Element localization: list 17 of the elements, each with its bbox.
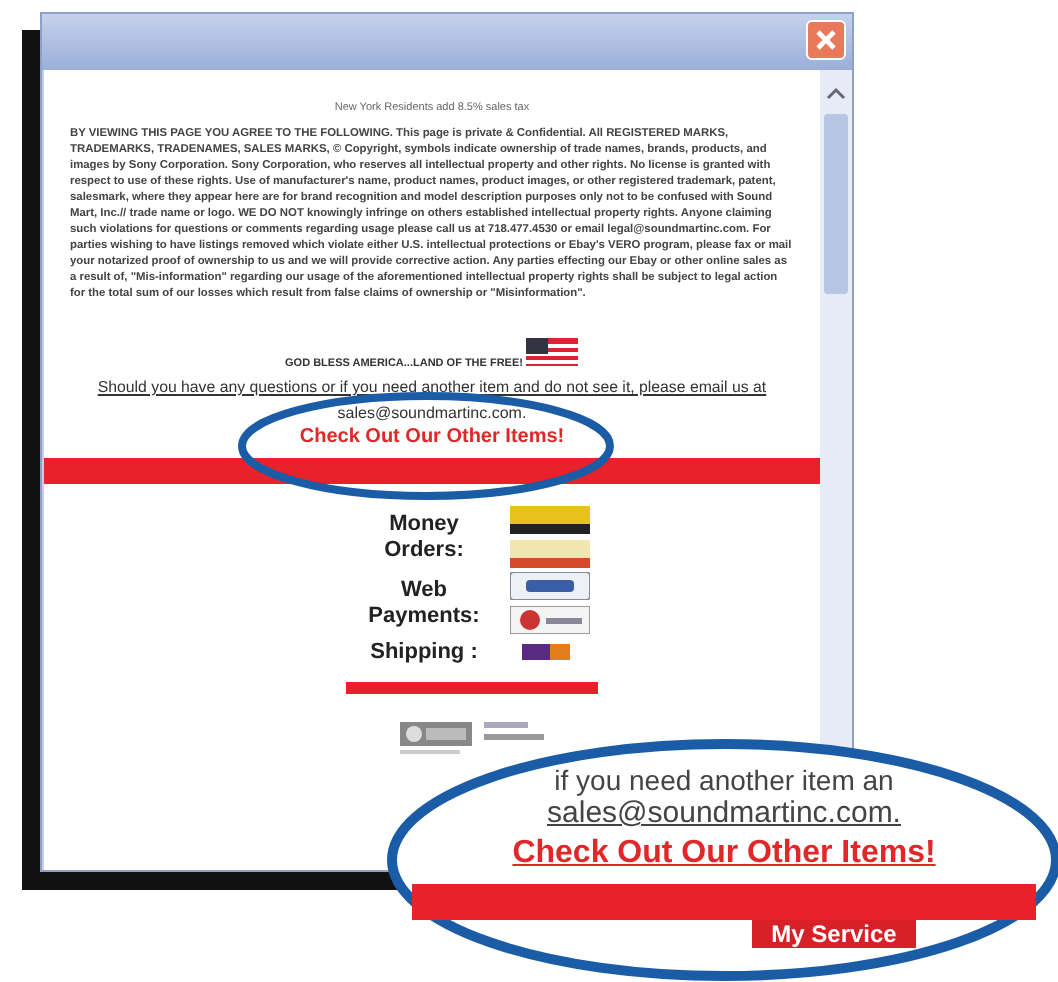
card-logo-icon <box>510 606 590 634</box>
flag-icon <box>526 334 579 370</box>
payment-label: Shipping : <box>368 639 480 665</box>
seal-badge-icon <box>400 722 472 754</box>
email-link[interactable]: sales@soundmartinc.com. <box>337 404 527 422</box>
close-icon <box>814 28 838 52</box>
close-button[interactable] <box>806 20 846 60</box>
money-order-logo-icon <box>510 506 590 534</box>
contact-text: if you need another item an <box>554 764 894 796</box>
other-items-link[interactable]: Check Out Our Other Items! <box>299 426 565 448</box>
payment-label: Money Orders: <box>382 511 466 563</box>
email-link[interactable]: sales@soundmartinc.com. <box>547 796 901 830</box>
scroll-thumb[interactable] <box>824 114 848 294</box>
store-badge-icon <box>484 722 544 746</box>
payment-label: Web Payments: <box>366 577 482 629</box>
other-items-link[interactable]: Check Out Our Other Items! <box>512 836 936 872</box>
postal-logo-icon <box>510 540 590 568</box>
